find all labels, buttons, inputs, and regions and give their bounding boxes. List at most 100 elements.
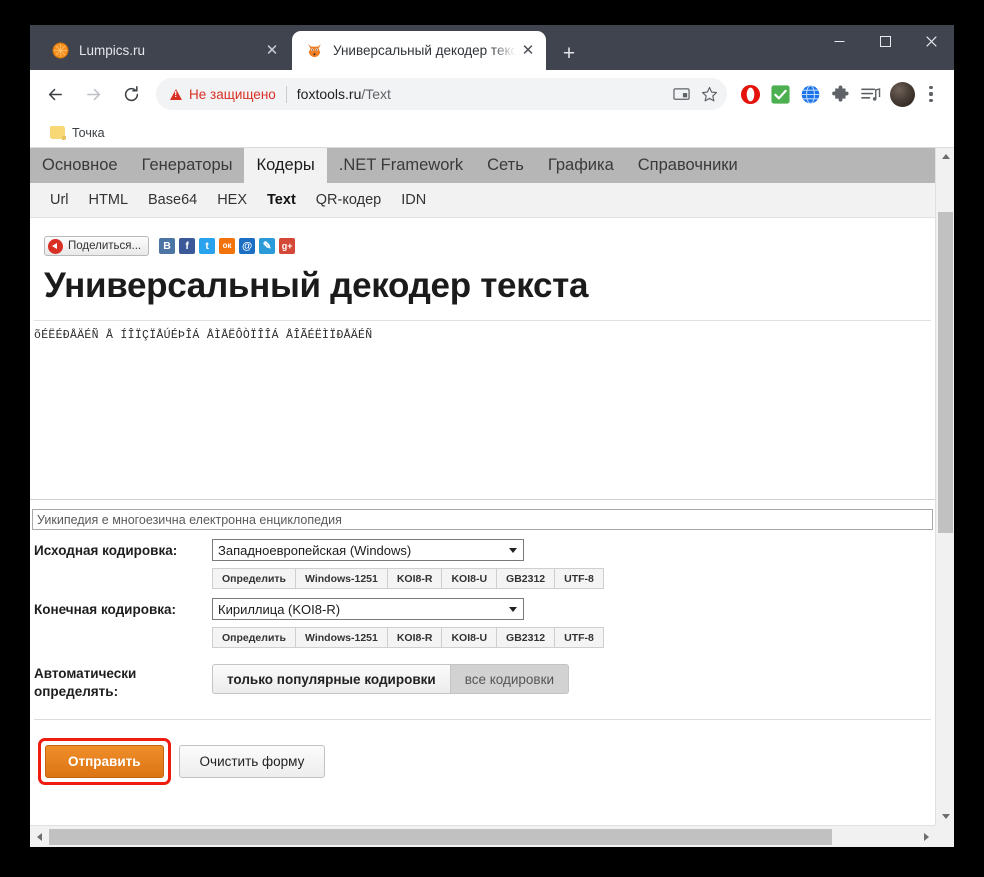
vertical-scrollbar[interactable]	[935, 148, 954, 825]
twitter-icon[interactable]: t	[199, 238, 216, 254]
triangle-down-icon	[941, 814, 950, 819]
mailru-icon[interactable]: @	[239, 238, 256, 254]
browser-tab-lumpics[interactable]: Lumpics.ru ✕	[38, 31, 290, 70]
decoded-output-textarea[interactable]: õÉËÉÐÅÄÉÑ Å ÍÎÏÇÏÅÚÉÞÎÁ ÅÌÅËÔÒÏÎÎÁ ÅÎÃÉË…	[30, 321, 935, 499]
cast-icon[interactable]	[667, 80, 695, 108]
livejournal-icon[interactable]: ✎	[259, 238, 276, 254]
scroll-up-button[interactable]	[936, 148, 954, 165]
subnav-item-qr[interactable]: QR-кодер	[306, 192, 391, 208]
nav-item-generatory[interactable]: Генераторы	[130, 148, 245, 183]
chrome-menu-button[interactable]	[918, 79, 944, 109]
bookmark-star-icon[interactable]	[695, 80, 723, 108]
folder-icon	[50, 126, 66, 140]
clear-form-button[interactable]: Очистить форму	[178, 745, 326, 779]
target-encoding-label: Конечная кодировка:	[34, 602, 177, 617]
nav-item-set[interactable]: Сеть	[475, 148, 536, 183]
kebab-dot	[929, 98, 933, 102]
source-quick-btn-koi8r[interactable]: KOI8-R	[386, 568, 442, 589]
odnoklassniki-icon[interactable]: ок	[219, 238, 236, 254]
browser-tab-foxtools[interactable]: Универсальный декодер текста ✕	[292, 31, 546, 70]
opera-vpn-icon[interactable]	[736, 79, 764, 109]
target-quick-encoding-buttons: Определить Windows-1251 KOI8-R KOI8-U GB…	[212, 627, 935, 648]
arrow-left-icon	[48, 88, 62, 100]
subnav-item-hex[interactable]: HEX	[207, 192, 257, 208]
back-button[interactable]	[38, 77, 72, 111]
address-bar[interactable]: Не защищено foxtools.ru/Text	[156, 78, 727, 110]
target-quick-btn-utf8[interactable]: UTF-8	[554, 627, 604, 648]
avatar[interactable]	[890, 81, 915, 107]
subnav-item-html[interactable]: HTML	[79, 192, 138, 208]
vk-icon[interactable]: B	[159, 238, 176, 254]
forward-button[interactable]	[76, 77, 110, 111]
bookmarks-bar: Точка	[30, 118, 954, 148]
target-quick-btn-determine[interactable]: Определить	[212, 627, 295, 648]
source-quick-btn-gb2312[interactable]: GB2312	[496, 568, 555, 589]
source-text-input[interactable]: Уикипедия е многоезична електронна енцик…	[32, 509, 933, 530]
puzzle-glyph	[831, 84, 849, 102]
nav-item-kodery[interactable]: Кодеры	[244, 148, 327, 183]
tab-close-icon[interactable]: ✕	[260, 39, 284, 63]
horizontal-scrollbar-thumb[interactable]	[49, 829, 832, 845]
globe-extension-icon[interactable]	[796, 79, 824, 109]
horizontal-scrollbar[interactable]	[30, 825, 935, 847]
source-quick-btn-utf8[interactable]: UTF-8	[554, 568, 604, 589]
source-encoding-controls: Западноевропейская (Windows) Определить …	[212, 539, 935, 589]
source-quick-btn-windows1251[interactable]: Windows-1251	[295, 568, 387, 589]
target-encoding-select[interactable]: Кириллица (KOI8-R)	[212, 598, 524, 620]
kebab-dot	[929, 92, 933, 96]
speaker-icon	[48, 238, 63, 254]
scroll-right-button[interactable]	[917, 826, 935, 847]
subnav-item-url[interactable]: Url	[40, 192, 79, 208]
close-icon	[925, 36, 937, 47]
scroll-down-button[interactable]	[936, 808, 954, 825]
puzzle-extensions-icon[interactable]	[826, 79, 854, 109]
auto-detect-controls: только популярные кодировки все кодировк…	[212, 662, 935, 694]
scroll-left-button[interactable]	[30, 826, 48, 847]
kebab-dot	[929, 86, 933, 90]
new-tab-button[interactable]: +	[555, 39, 583, 67]
auto-detect-all-button[interactable]: все кодировки	[450, 664, 570, 694]
minimize-button[interactable]	[816, 25, 862, 58]
cast-glyph	[672, 87, 690, 100]
subnav-item-idn[interactable]: IDN	[391, 192, 436, 208]
target-quick-btn-koi8r[interactable]: KOI8-R	[386, 627, 442, 648]
omnibox-actions	[667, 80, 723, 108]
subnav-item-base64[interactable]: Base64	[138, 192, 207, 208]
site-sub-nav: Url HTML Base64 HEX Text QR-кодер IDN	[30, 183, 935, 218]
close-button[interactable]	[908, 25, 954, 58]
share-button[interactable]: Поделиться...	[44, 236, 150, 256]
triangle-right-icon	[923, 833, 929, 841]
checkmark-extension-icon[interactable]	[766, 79, 794, 109]
fox-favicon	[308, 44, 321, 58]
reload-icon	[124, 85, 138, 101]
reload-button[interactable]	[114, 77, 148, 111]
facebook-icon[interactable]: f	[179, 238, 196, 254]
nav-item-spravochniki[interactable]: Справочники	[626, 148, 750, 183]
target-encoding-controls: Кириллица (KOI8-R) Определить Windows-12…	[212, 598, 935, 648]
vertical-scrollbar-thumb[interactable]	[938, 212, 953, 533]
nav-item-osnovnoe[interactable]: Основное	[30, 148, 130, 183]
target-quick-btn-windows1251[interactable]: Windows-1251	[295, 627, 387, 648]
media-playlist-icon[interactable]	[856, 79, 884, 109]
nav-item-net-framework[interactable]: .NET Framework	[327, 148, 475, 183]
target-quick-btn-koi8u[interactable]: KOI8-U	[441, 627, 497, 648]
auto-detect-popular-button[interactable]: только популярные кодировки	[212, 664, 451, 694]
bookmark-item-tochka[interactable]: Точка	[42, 123, 113, 143]
scrollbar-corner	[935, 825, 954, 847]
submit-button-highlight: Отправить	[38, 738, 171, 786]
page-viewport: Основное Генераторы Кодеры .NET Framewor…	[30, 148, 954, 847]
source-quick-btn-koi8u[interactable]: KOI8-U	[441, 568, 497, 589]
share-bar: Поделиться... B f t ок @ ✎ g+	[30, 234, 935, 258]
url-text: foxtools.ru/Text	[297, 86, 667, 102]
target-encoding-row: Конечная кодировка: Кириллица (KOI8-R) О…	[30, 598, 935, 648]
source-quick-btn-determine[interactable]: Определить	[212, 568, 295, 589]
nav-item-grafika[interactable]: Графика	[536, 148, 626, 183]
page-content: Поделиться... B f t ок @ ✎ g+ Универсаль…	[30, 218, 935, 786]
tab-close-icon[interactable]: ✕	[516, 39, 540, 63]
subnav-item-text[interactable]: Text	[257, 192, 306, 208]
googleplus-icon[interactable]: g+	[279, 238, 296, 254]
submit-button[interactable]: Отправить	[45, 745, 164, 779]
maximize-button[interactable]	[862, 25, 908, 58]
target-quick-btn-gb2312[interactable]: GB2312	[496, 627, 555, 648]
source-encoding-select[interactable]: Западноевропейская (Windows)	[212, 539, 524, 561]
